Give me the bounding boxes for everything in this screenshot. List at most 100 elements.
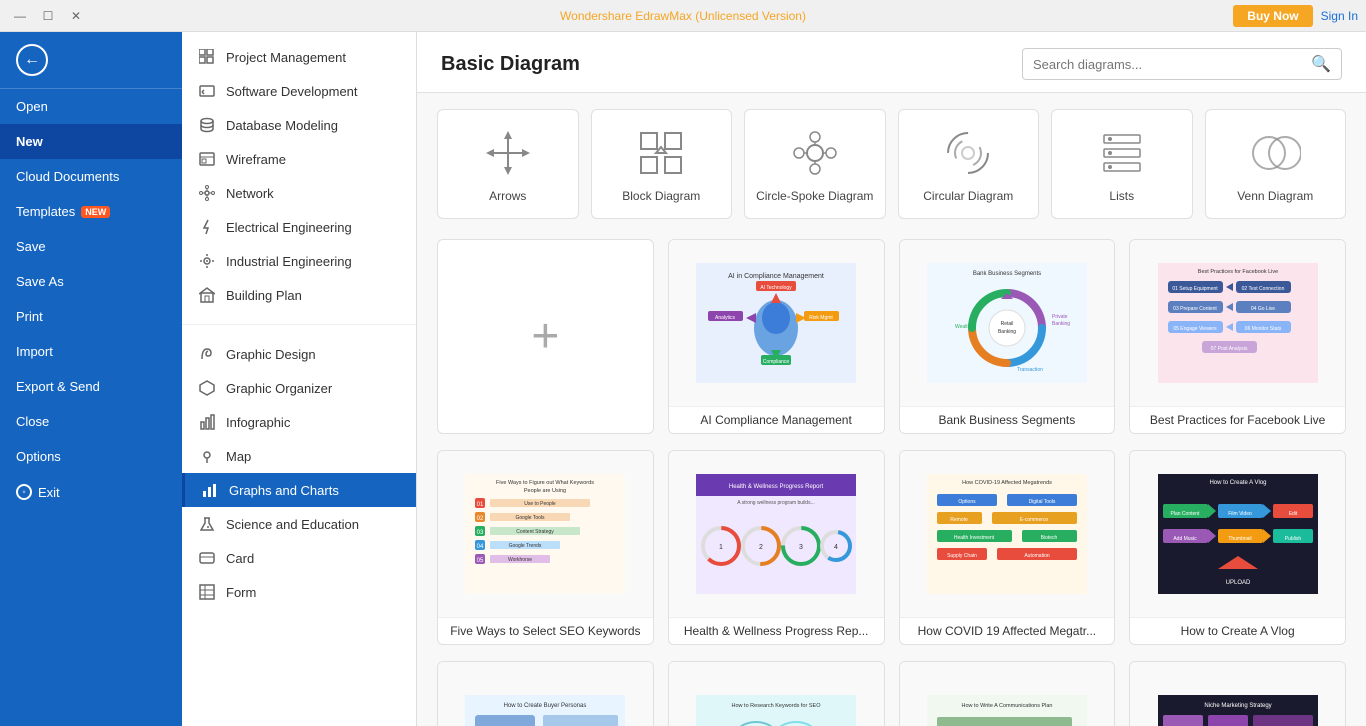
svg-text:03 Prepare Content: 03 Prepare Content (1173, 306, 1217, 312)
template-seo-keywords[interactable]: Five Ways to Figure out What Keywords Pe… (437, 450, 654, 645)
buy-now-button[interactable]: Buy Now (1233, 5, 1312, 27)
cat-project-management[interactable]: Project Management (182, 40, 416, 74)
svg-text:06 Monitor Stats: 06 Monitor Stats (1244, 326, 1281, 332)
template-marketing-strategy[interactable]: Niche Marketing Strategy Niche Marketing… (1129, 661, 1346, 726)
seo-keywords-preview: Five Ways to Figure out What Keywords Pe… (438, 451, 653, 617)
template-ai-compliance[interactable]: AI in Compliance Management (668, 239, 885, 434)
cat-electrical-engineering[interactable]: Electrical Engineering (182, 210, 416, 244)
exit-icon: ◦ (16, 484, 32, 500)
cat-software-development[interactable]: Software Development (182, 74, 416, 108)
covid-mega-preview: How COVID-19 Affected Megatrends Options… (900, 451, 1115, 617)
electrical-icon (198, 218, 216, 236)
svg-text:How COVID-19 Affected Megatren: How COVID-19 Affected Megatrends (962, 480, 1052, 486)
svg-text:03: 03 (477, 530, 484, 536)
nav-cloud-documents[interactable]: Cloud Documents (0, 159, 182, 194)
svg-text:2: 2 (759, 544, 763, 551)
cat-map-label: Map (226, 449, 251, 464)
nav-export[interactable]: Export & Send (0, 369, 182, 404)
svg-text:Private: Private (1052, 314, 1068, 320)
cat-industrial-engineering[interactable]: Industrial Engineering (182, 244, 416, 278)
cat-wireframe[interactable]: Wireframe (182, 142, 416, 176)
svg-text:Best Practices for Facebook Li: Best Practices for Facebook Live (1197, 269, 1277, 275)
svg-text:Remote: Remote (950, 517, 968, 523)
nav-templates[interactable]: Templates NEW (0, 194, 182, 229)
cat-industrial-label: Industrial Engineering (226, 254, 352, 269)
icon-card-block-diagram[interactable]: Block Diagram (591, 109, 733, 219)
minimize-button[interactable]: — (8, 5, 32, 27)
icon-card-lists[interactable]: Lists (1051, 109, 1193, 219)
icon-card-arrows[interactable]: Arrows (437, 109, 579, 219)
diagrams-grid: Arrows Block Diagram (417, 93, 1366, 726)
svg-text:Biotech: Biotech (1041, 535, 1058, 541)
close-button[interactable]: ✕ (64, 5, 88, 27)
venn-preview (1247, 125, 1303, 181)
svg-text:How to Create A Vlog: How to Create A Vlog (1209, 480, 1266, 486)
svg-text:Retail: Retail (1000, 321, 1013, 327)
back-button[interactable]: ← (0, 32, 182, 89)
bank-business-label: Bank Business Segments (900, 406, 1115, 433)
svg-text:01: 01 (477, 502, 484, 508)
cat-card[interactable]: Card (182, 541, 416, 575)
graphic-design-icon (198, 345, 216, 363)
icon-card-circular[interactable]: Circular Diagram (898, 109, 1040, 219)
cat-infographic[interactable]: Infographic (182, 405, 416, 439)
cat-network[interactable]: Network (182, 176, 416, 210)
svg-text:05 Engage Viewers: 05 Engage Viewers (1173, 326, 1217, 332)
template-health-wellness[interactable]: Health & Wellness Progress Report A stro… (668, 450, 885, 645)
nav-print[interactable]: Print (0, 299, 182, 334)
svg-text:Banking: Banking (1052, 321, 1070, 327)
cat-graphic-organizer[interactable]: Graphic Organizer (182, 371, 416, 405)
cat-form[interactable]: Form (182, 575, 416, 609)
maximize-button[interactable]: ☐ (36, 5, 60, 27)
search-icon[interactable]: 🔍 (1311, 54, 1331, 74)
nav-new[interactable]: New (0, 124, 182, 159)
nav-close[interactable]: Close (0, 404, 182, 439)
add-new-card[interactable]: + (437, 239, 654, 434)
nav-open[interactable]: Open (0, 89, 182, 124)
svg-text:Google Tools: Google Tools (516, 515, 546, 521)
circle-spoke-label: Circle-Spoke Diagram (756, 189, 873, 203)
svg-text:3: 3 (799, 544, 803, 551)
sign-in-button[interactable]: Sign In (1321, 9, 1358, 23)
cat-software-dev-label: Software Development (226, 84, 358, 99)
nav-save[interactable]: Save (0, 229, 182, 264)
cat-map[interactable]: Map (182, 439, 416, 473)
cat-database-modeling[interactable]: Database Modeling (182, 108, 416, 142)
nav-import[interactable]: Import (0, 334, 182, 369)
svg-text:Health Investment: Health Investment (954, 535, 995, 541)
icon-card-circle-spoke[interactable]: Circle-Spoke Diagram (744, 109, 886, 219)
svg-text:Niche Marketing Strategy: Niche Marketing Strategy (1204, 703, 1271, 709)
infographic-icon (198, 413, 216, 431)
nav-exit[interactable]: ◦ Exit (0, 474, 182, 510)
svg-text:Use to People: Use to People (525, 501, 557, 507)
svg-text:04: 04 (477, 544, 484, 550)
template-communications-plan[interactable]: How to Write A Communications Plan How t… (899, 661, 1116, 726)
template-facebook-live[interactable]: Best Practices for Facebook Live 01 Setu… (1129, 239, 1346, 434)
template-buyer-persona[interactable]: How to Create Buyer Personas Persona How… (437, 661, 654, 726)
template-create-vlog[interactable]: How to Create A Vlog Plan Content Film V… (1129, 450, 1346, 645)
svg-text:Workhorse: Workhorse (508, 557, 532, 563)
template-covid-mega[interactable]: How COVID-19 Affected Megatrends Options… (899, 450, 1116, 645)
cat-graphic-design[interactable]: Graphic Design (182, 337, 416, 371)
category-sidebar: Project Management Software Development … (182, 32, 417, 726)
search-input[interactable] (1033, 57, 1311, 72)
cat-section-bottom: Graphic Design Graphic Organizer Infogra… (182, 329, 416, 617)
svg-text:Risk Mgmt: Risk Mgmt (809, 315, 833, 321)
nav-options[interactable]: Options (0, 439, 182, 474)
cat-science-education[interactable]: Science and Education (182, 507, 416, 541)
nav-save-as[interactable]: Save As (0, 264, 182, 299)
template-bank-business[interactable]: Bank Business Segments Retail Banking (899, 239, 1116, 434)
cat-building-plan[interactable]: Building Plan (182, 278, 416, 312)
svg-text:People are Using: People are Using (524, 488, 566, 494)
circular-label: Circular Diagram (923, 189, 1013, 203)
template-research-keywords[interactable]: How to Research Keywords for SEO SEO How… (668, 661, 885, 726)
icon-card-venn[interactable]: Venn Diagram (1205, 109, 1347, 219)
block-diagram-preview (633, 125, 689, 181)
template-grid-row2: Five Ways to Figure out What Keywords Pe… (437, 450, 1346, 645)
cat-graphs-charts[interactable]: Graphs and Charts (182, 473, 416, 507)
main-content: Basic Diagram 🔍 (417, 32, 1366, 726)
card-icon (198, 549, 216, 567)
svg-text:Plan Content: Plan Content (1170, 511, 1200, 517)
circular-preview (940, 125, 996, 181)
cat-card-label: Card (226, 551, 254, 566)
